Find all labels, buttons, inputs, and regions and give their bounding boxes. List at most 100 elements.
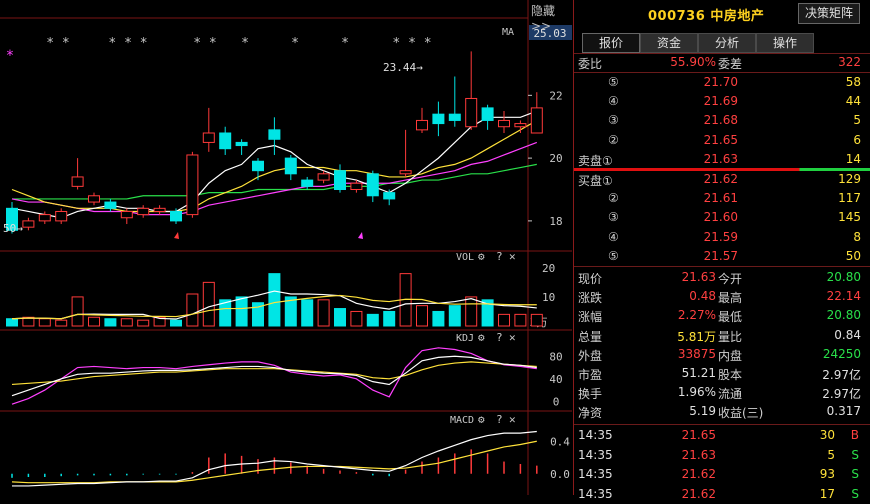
candle-body bbox=[498, 119, 510, 128]
quote-value: 5.19 bbox=[689, 404, 716, 419]
volume-bar bbox=[202, 281, 215, 327]
candle-body bbox=[383, 192, 396, 200]
bid-price: 21.61 bbox=[703, 191, 738, 206]
tab-analysis[interactable]: 分析 bbox=[698, 33, 756, 53]
quote-row[interactable]: 现价 21.63 今开 20.80 bbox=[574, 268, 870, 287]
quote-label: 流通 bbox=[718, 387, 743, 402]
volume-bar bbox=[350, 310, 363, 327]
volume-bar bbox=[317, 299, 330, 327]
buy-signal-marker bbox=[174, 232, 179, 239]
candle-body bbox=[170, 210, 182, 222]
quote-row[interactable]: 外盘 33875 内盘 24250 bbox=[574, 345, 870, 364]
ask-level-label: 卖盘① bbox=[578, 153, 613, 168]
quote-label: 外盘 bbox=[578, 348, 603, 363]
tab-quote[interactable]: 报价 bbox=[582, 33, 640, 53]
bid-level-label: ⑤ bbox=[608, 248, 619, 263]
tick-time: 14:35 bbox=[578, 447, 613, 462]
signal-star: * bbox=[241, 36, 249, 51]
tick-price: 21.62 bbox=[681, 486, 716, 501]
candle-body bbox=[71, 176, 84, 187]
candle-body bbox=[120, 210, 133, 219]
bid-row[interactable]: ③ 21.60 145 bbox=[574, 208, 870, 227]
candle-body bbox=[186, 154, 199, 216]
signal-star-magenta: * bbox=[6, 48, 14, 64]
quote-value: 0.48 bbox=[689, 289, 716, 304]
tick-side: B bbox=[850, 428, 859, 442]
bid-level-label: 买盘① bbox=[578, 174, 613, 188]
quote-value: 24250 bbox=[822, 346, 861, 361]
volume-bar bbox=[71, 296, 84, 327]
bid-price: 21.60 bbox=[703, 210, 738, 225]
tick-row[interactable]: 14:35 21.62 17 S bbox=[574, 485, 870, 504]
quote-row[interactable]: 总量 5.81万 量比 0.84 bbox=[574, 326, 870, 345]
weicha-label: 委差 bbox=[718, 57, 743, 71]
candle-body bbox=[202, 132, 215, 143]
signal-star: * * bbox=[46, 36, 69, 51]
bid-volume: 50 bbox=[845, 248, 861, 263]
quote-value: 33875 bbox=[677, 346, 716, 361]
ask-row[interactable]: ④ 21.69 44 bbox=[574, 92, 870, 111]
kdj-axis-label: 0 bbox=[553, 395, 560, 408]
tick-row[interactable]: 14:35 21.63 5 S bbox=[574, 446, 870, 465]
bid-row[interactable]: 买盘① 21.62 129 bbox=[574, 170, 870, 189]
tab-funds[interactable]: 资金 bbox=[640, 33, 698, 53]
volume-bar bbox=[104, 318, 117, 327]
bid-volume: 145 bbox=[838, 210, 861, 225]
ask-volume: 14 bbox=[845, 151, 861, 166]
signal-star: * * bbox=[193, 36, 216, 51]
quote-row[interactable]: 换手 1.96% 流通 2.97亿 bbox=[574, 383, 870, 402]
decision-matrix-button[interactable]: 决策矩阵 bbox=[798, 3, 860, 24]
bid-row[interactable]: ⑤ 21.57 50 bbox=[574, 247, 870, 266]
tick-side: S bbox=[851, 447, 859, 462]
kline-chart-area[interactable]: 22 20 18 25.03 MA * * * * * * * * * * * * * * 23.44→ 5… bbox=[0, 0, 572, 495]
bid-volume: 8 bbox=[853, 229, 861, 244]
kdj-label: KDJ bbox=[456, 333, 474, 344]
tick-price: 21.62 bbox=[681, 467, 716, 481]
volume-bar bbox=[88, 316, 100, 327]
ask-row[interactable]: 卖盘① 21.63 14 bbox=[574, 150, 870, 169]
quote-panel: 000736 中房地产 决策矩阵 报价 资金 分析 操作 委比 55.90% 委差 3… bbox=[573, 0, 870, 501]
volume-bar bbox=[334, 308, 346, 327]
quote-row[interactable]: 净资 5.19 收益(三) 0.317 bbox=[574, 402, 870, 421]
tick-row[interactable]: 14:35 21.65 30 B bbox=[574, 426, 870, 445]
volume-bar bbox=[301, 299, 314, 327]
tick-row[interactable]: 14:35 21.62 93 S bbox=[574, 465, 870, 484]
ask-price: 21.69 bbox=[703, 94, 738, 109]
candle-body bbox=[137, 207, 150, 216]
price-axis-label: 18 bbox=[549, 215, 562, 228]
volume-bar bbox=[137, 319, 150, 327]
volume-bar bbox=[448, 305, 461, 327]
signal-star: * bbox=[291, 36, 299, 51]
candle-body bbox=[481, 107, 494, 121]
quote-label: 净资 bbox=[578, 406, 603, 421]
tab-operation[interactable]: 操作 bbox=[756, 33, 814, 53]
quote-row[interactable]: 涨幅 2.27% 最低 20.80 bbox=[574, 306, 870, 325]
hide-panel-button[interactable]: 隐藏>> bbox=[531, 2, 572, 33]
candle-body bbox=[317, 173, 330, 181]
stock-title: 000736 中房地产 bbox=[648, 5, 764, 24]
volume-bar bbox=[416, 305, 428, 327]
bid-volume: 117 bbox=[838, 191, 861, 206]
bid-price: 21.59 bbox=[703, 229, 738, 244]
bid-row[interactable]: ④ 21.59 8 bbox=[574, 228, 870, 247]
ask-row[interactable]: ⑤ 21.70 58 bbox=[574, 73, 870, 92]
low-annotation: 50→ bbox=[3, 222, 23, 235]
quote-row[interactable]: 涨跌 0.48 最高 22.14 bbox=[574, 287, 870, 306]
bid-row[interactable]: ② 21.61 117 bbox=[574, 189, 870, 208]
kline-chart-svg[interactable]: 22201825.03MA* * * * * * * * * * * * **23.44→5… bbox=[0, 0, 572, 495]
weibi-value: 55.90% bbox=[670, 55, 716, 69]
quote-value: 0.317 bbox=[826, 404, 861, 419]
ask-row[interactable]: ② 21.65 6 bbox=[574, 131, 870, 150]
ask-row[interactable]: ③ 21.68 5 bbox=[574, 111, 870, 130]
quote-label: 涨跌 bbox=[578, 291, 603, 306]
weibi-row[interactable]: 委比 55.90% 委差 322 bbox=[574, 53, 870, 72]
candle-body bbox=[301, 179, 314, 187]
tick-volume: 17 bbox=[819, 486, 835, 501]
candle-body bbox=[55, 210, 68, 222]
kdj-k-line bbox=[11, 355, 537, 397]
divider-line bbox=[574, 424, 870, 425]
candle-body bbox=[252, 160, 264, 172]
quote-row[interactable]: 市盈 51.21 股本 2.97亿 bbox=[574, 364, 870, 383]
volume-bar bbox=[366, 313, 379, 327]
ask-level-label: ⑤ bbox=[608, 75, 619, 89]
